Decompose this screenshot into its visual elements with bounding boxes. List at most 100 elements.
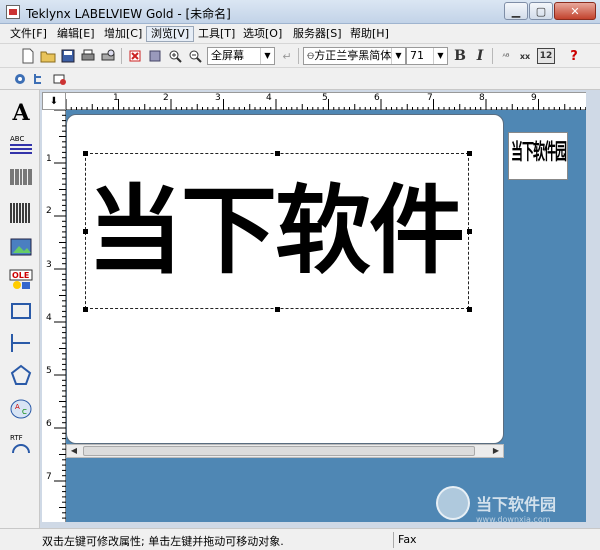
svg-text:RTF: RTF	[10, 434, 23, 442]
2d-barcode-tool-icon[interactable]	[8, 200, 34, 226]
toolbar-separator	[492, 48, 493, 64]
resize-handle[interactable]	[467, 307, 472, 312]
chevron-down-icon: ▼	[260, 48, 274, 64]
print-preview-icon[interactable]	[100, 48, 116, 64]
zoom-in-icon[interactable]	[167, 48, 183, 64]
maximize-button[interactable]: ▢	[529, 2, 553, 20]
menu-add[interactable]: 增加[C]	[100, 26, 146, 42]
delete-icon[interactable]	[127, 48, 143, 64]
resize-handle[interactable]	[83, 229, 88, 234]
ellipse-text-tool-icon[interactable]: AC	[8, 396, 34, 422]
label-canvas[interactable]: 当下软件园	[66, 114, 504, 444]
grid-icon[interactable]	[147, 48, 163, 64]
minimize-icon: ▁	[511, 4, 521, 18]
menu-help[interactable]: 帮助[H]	[346, 26, 393, 42]
save-icon[interactable]	[60, 48, 76, 64]
font-size-select[interactable]: 71 ▼	[406, 47, 448, 65]
window-title: Teklynx LABELVIEW Gold - [未命名]	[26, 7, 231, 21]
tree-icon[interactable]	[32, 71, 48, 87]
ole-tool-icon[interactable]: OLE	[8, 266, 34, 292]
app-icon	[6, 5, 20, 19]
ruler-label: 6	[374, 93, 380, 103]
vertical-ruler: 1 2 3 4 5 6 7	[42, 110, 66, 522]
text-size-icon[interactable]: xx	[517, 48, 533, 64]
chevron-down-icon: ▼	[433, 48, 447, 64]
menu-file[interactable]: 文件[F]	[6, 26, 51, 42]
gear-icon[interactable]	[12, 71, 28, 87]
minimize-button[interactable]: ▁	[504, 2, 528, 20]
open-folder-icon[interactable]	[40, 48, 56, 64]
ruler-label: 4	[266, 93, 272, 103]
ruler-label: 1	[113, 93, 119, 103]
image-tool-icon[interactable]	[8, 234, 34, 260]
print-icon[interactable]	[80, 48, 96, 64]
font-size-value: 71	[410, 49, 424, 62]
ruler-label: 6	[46, 419, 52, 429]
ruler-label: 8	[479, 93, 485, 103]
watermark-text: 当下软件园	[476, 495, 557, 514]
zoom-select[interactable]: 全屏幕 ▼	[207, 47, 275, 65]
ruler-label: 7	[427, 93, 433, 103]
help-icon[interactable]: ?	[566, 48, 582, 64]
polygon-tool-icon[interactable]	[8, 362, 34, 388]
line-tool-icon[interactable]	[8, 330, 34, 356]
main-toolbar: 全屏幕 ▼ ↵ Ꝋ方正兰亭黑简体 ▼ 71 ▼ B I ᴬᴮ xx 12 ?	[0, 44, 600, 68]
watermark-url: www.downxia.com	[476, 515, 551, 524]
zoom-out-icon[interactable]	[187, 48, 203, 64]
italic-button[interactable]: I	[472, 48, 488, 64]
bold-button[interactable]: B	[452, 48, 468, 64]
title-bar: Teklynx LABELVIEW Gold - [未命名] ▁ ▢ ✕	[0, 0, 600, 24]
menu-view[interactable]: 浏览[V]	[146, 26, 195, 42]
scroll-left-icon[interactable]: ◀	[67, 445, 81, 457]
font-name-value: 方正兰亭黑简体	[314, 49, 392, 62]
resize-handle[interactable]	[275, 307, 280, 312]
new-file-icon[interactable]	[20, 48, 36, 64]
horizontal-scrollbar[interactable]: ◀ ▶	[66, 444, 504, 458]
resize-handle[interactable]	[83, 307, 88, 312]
rectangle-tool-icon[interactable]	[8, 298, 34, 324]
status-separator	[393, 532, 394, 548]
ruler-origin-button[interactable]: ⬇	[42, 92, 66, 110]
label-text-object[interactable]: 当下软件园	[87, 155, 467, 307]
svg-text:A: A	[15, 403, 20, 411]
menu-tools[interactable]: 工具[T]	[194, 26, 239, 42]
thumbnail-text: 当下软件园	[511, 139, 567, 165]
scroll-thumb[interactable]	[83, 446, 475, 456]
toolbar-separator	[121, 48, 122, 64]
close-icon: ✕	[570, 4, 580, 18]
maximize-icon: ▢	[535, 4, 547, 18]
menu-server[interactable]: 服务器[S]	[289, 26, 346, 42]
text-style-icon[interactable]: ᴬᴮ	[498, 48, 514, 64]
resize-handle[interactable]	[467, 229, 472, 234]
watermark-logo-icon	[436, 486, 470, 520]
svg-text:OLE: OLE	[12, 271, 29, 280]
menu-options[interactable]: 选项[O]	[239, 26, 286, 42]
zoom-select-value: 全屏幕	[211, 49, 244, 62]
horizontal-ruler: 1 2 3 4 5 6 7 8 9	[66, 92, 586, 111]
ruler-label: 5	[322, 93, 328, 103]
paragraph-tool-icon[interactable]: ABC	[8, 132, 34, 158]
secondary-toolbar	[0, 68, 600, 90]
resize-handle[interactable]	[467, 151, 472, 156]
toolbar-separator	[298, 48, 299, 64]
close-button[interactable]: ✕	[554, 2, 596, 20]
resize-handle[interactable]	[275, 151, 280, 156]
size-12-button[interactable]: 12	[537, 48, 555, 64]
scroll-right-icon[interactable]: ▶	[489, 445, 503, 457]
ruler-label: 7	[46, 472, 52, 482]
menu-edit[interactable]: 编辑[E]	[53, 26, 99, 42]
label-preview-thumbnail[interactable]: 当下软件园	[508, 132, 568, 180]
font-name-select[interactable]: Ꝋ方正兰亭黑简体 ▼	[303, 47, 406, 65]
print-queue-icon[interactable]	[52, 71, 68, 87]
return-icon[interactable]: ↵	[279, 48, 295, 64]
arrow-down-icon: ⬇	[49, 95, 59, 107]
ruler-label: 9	[531, 93, 537, 103]
barcode-tool-icon[interactable]	[8, 166, 34, 192]
ruler-label: 4	[46, 313, 52, 323]
menu-bar: 文件[F] 编辑[E] 增加[C] 浏览[V] 工具[T] 选项[O] 服务器[…	[0, 24, 600, 44]
arc-text-tool-icon[interactable]: RTF	[8, 430, 34, 456]
text-tool-icon[interactable]: A	[8, 100, 34, 126]
resize-handle[interactable]	[83, 151, 88, 156]
svg-text:ABC: ABC	[10, 135, 24, 143]
ruler-label: 1	[46, 154, 52, 164]
